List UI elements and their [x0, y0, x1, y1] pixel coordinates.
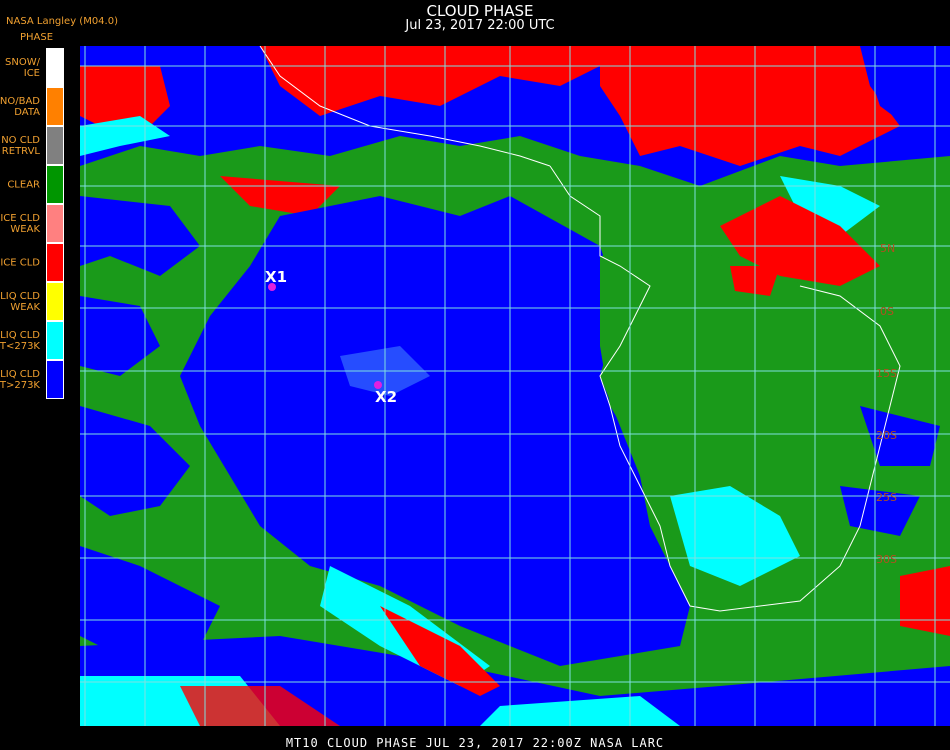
legend-item-label: LIQ CLD T<273K: [0, 329, 40, 352]
lat-label-5n: 5N: [880, 242, 896, 255]
legend-item: ICE CLD WEAK: [0, 204, 70, 243]
lat-label-0s: 0S: [880, 305, 894, 318]
legend-title: PHASE: [20, 32, 54, 43]
legend-item-label: LIQ CLD WEAK: [0, 290, 40, 313]
provider-label: NASA Langley (M04.0): [6, 16, 118, 27]
map-datetime: Jul 23, 2017 22:00 UTC: [405, 18, 555, 33]
cloud-phase-map: X1 X2 5N 0S 15S 20S 25S 30S: [80, 46, 950, 726]
legend-item-label: ICE CLD WEAK: [0, 212, 40, 235]
legend-item-swatch: [46, 321, 64, 360]
footer-caption: MT10 CLOUD PHASE JUL 23, 2017 22:00Z NAS…: [285, 736, 665, 750]
lat-label-20s: 20S: [876, 429, 897, 442]
legend-item: CLEAR: [0, 165, 70, 204]
legend-item: SNOW/ICE: [0, 48, 70, 87]
phase-legend: SNOW/ICE NO/BAD DATA NO CLD RETRVL CLEAR ICE C…: [0, 48, 70, 400]
legend-item: NO/BAD DATA: [0, 87, 70, 126]
legend-item-label: NO CLD RETRVL: [1, 134, 40, 157]
legend-item-swatch: [46, 243, 64, 282]
legend-item: LIQ CLD T>273K: [0, 360, 70, 399]
legend-item-swatch: [46, 165, 64, 204]
legend-item: ICE CLD: [0, 243, 70, 282]
legend-item-label: SNOW/ICE: [5, 56, 40, 79]
legend-item-swatch: [46, 282, 64, 321]
legend-item: LIQ CLD T<273K: [0, 321, 70, 360]
lat-label-25s: 25S: [876, 491, 897, 504]
legend-item-label: NO/BAD DATA: [0, 95, 40, 118]
legend-item-swatch: [46, 204, 64, 243]
legend-item-label: ICE CLD: [0, 257, 40, 268]
marker-x1-label: X1: [265, 268, 288, 286]
legend-item-swatch: [46, 87, 64, 126]
legend-item-label: LIQ CLD T>273K: [0, 368, 40, 391]
marker-x2-label: X2: [375, 388, 398, 406]
legend-item-label: CLEAR: [7, 179, 40, 190]
lat-label-15s: 15S: [876, 367, 897, 380]
lat-label-30s: 30S: [876, 553, 897, 566]
map-image: [80, 46, 950, 726]
legend-item-swatch: [46, 48, 64, 87]
legend-item: NO CLD RETRVL: [0, 126, 70, 165]
legend-item-swatch: [46, 360, 64, 399]
legend-item: LIQ CLD WEAK: [0, 282, 70, 321]
legend-item-swatch: [46, 126, 64, 165]
